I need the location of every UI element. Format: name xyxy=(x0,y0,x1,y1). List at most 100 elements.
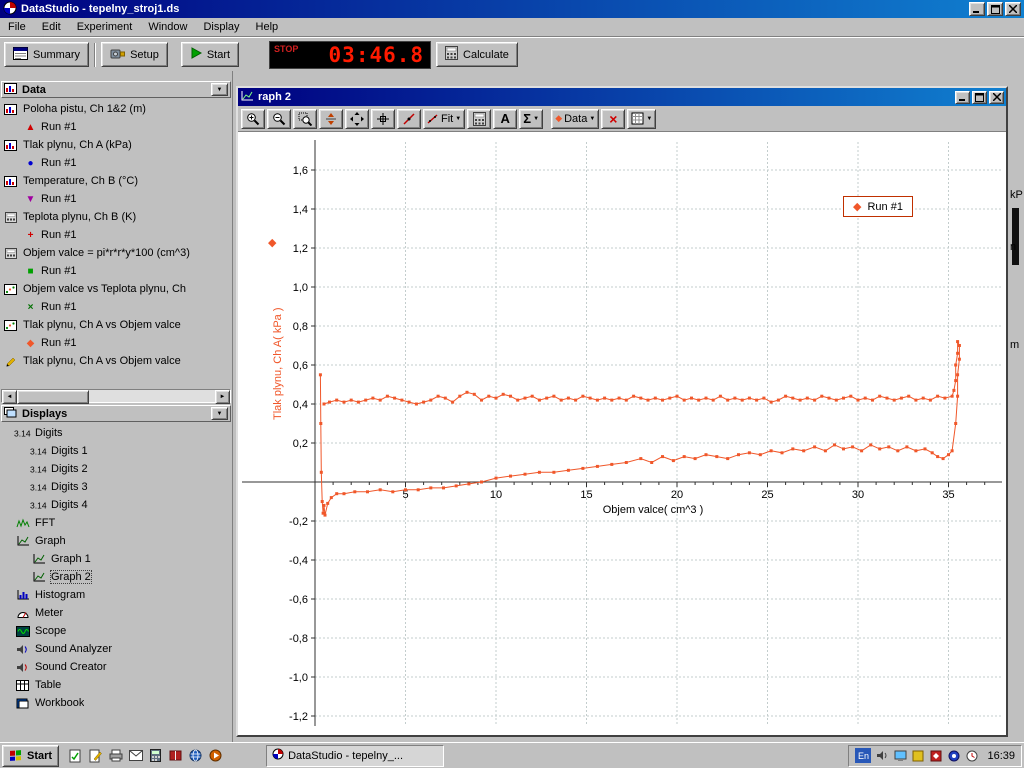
red-book-icon[interactable] xyxy=(167,747,184,764)
menu-window[interactable]: Window xyxy=(140,19,195,35)
svg-text:3.14: 3.14 xyxy=(30,447,47,457)
display-item-meter[interactable]: Meter xyxy=(1,604,231,622)
scale-to-fit-button[interactable] xyxy=(345,109,369,129)
maximize-icon[interactable] xyxy=(972,91,987,104)
slope-tool-button[interactable] xyxy=(397,109,421,129)
start-button[interactable]: Start xyxy=(181,42,239,67)
media-icon[interactable] xyxy=(207,747,224,764)
display-item-histogram[interactable]: Histogram xyxy=(1,586,231,604)
plot-area[interactable]: 1,61,41,21,00,80,60,40,2-0,2-0,4-0,6-0,8… xyxy=(238,132,1006,735)
data-source-label: Objem valce vs Teplota plynu, Ch xyxy=(23,283,186,295)
display-item-digits-1[interactable]: 3.14Digits 1 xyxy=(1,442,231,460)
display-item-fft[interactable]: FFT xyxy=(1,514,231,532)
menu-experiment[interactable]: Experiment xyxy=(69,19,141,35)
run-row[interactable]: +Run #1 xyxy=(1,226,231,244)
display-item-sound-analyzer[interactable]: Sound Analyzer xyxy=(1,640,231,658)
legend[interactable]: ◆ Run #1 xyxy=(843,196,913,217)
tray-icon[interactable] xyxy=(947,749,961,763)
statistics-button[interactable]: Σ ▼ xyxy=(519,109,543,129)
text-annotation-button[interactable]: A xyxy=(493,109,517,129)
y-axis-title[interactable]: Tlak plynu, Ch A( kPa ) xyxy=(272,308,284,421)
display-item-sound-creator[interactable]: Sound Creator xyxy=(1,658,231,676)
display-settings-icon[interactable] xyxy=(893,749,907,763)
graph-settings-button[interactable]: ▼ xyxy=(627,109,656,129)
minimize-icon[interactable] xyxy=(969,2,985,16)
data-source-row[interactable]: Objem valce = pi*r*r*y*100 (cm^3) xyxy=(1,244,231,262)
setup-button[interactable]: Setup xyxy=(101,42,168,67)
summary-button[interactable]: Summary xyxy=(4,42,89,67)
display-item-digits-3[interactable]: 3.14Digits 3 xyxy=(1,478,231,496)
document-check-icon[interactable] xyxy=(67,747,84,764)
mail-icon[interactable] xyxy=(127,747,144,764)
summary-icon xyxy=(13,47,28,63)
display-item-digits-4[interactable]: 3.14Digits 4 xyxy=(1,496,231,514)
display-item-scope[interactable]: Scope xyxy=(1,622,231,640)
volume-icon[interactable] xyxy=(875,749,889,763)
calculate-button[interactable]: Calculate xyxy=(436,42,518,67)
language-indicator[interactable]: En xyxy=(855,748,871,763)
x-axis-title[interactable]: Objem valce( cm^3 ) xyxy=(568,504,738,516)
scheduler-icon[interactable] xyxy=(965,749,979,763)
taskbar-clock[interactable]: 16:39 xyxy=(987,750,1015,762)
printer-icon[interactable] xyxy=(107,747,124,764)
run-row[interactable]: ×Run #1 xyxy=(1,298,231,316)
run-row[interactable]: ●Run #1 xyxy=(1,154,231,172)
svg-text:-0,8: -0,8 xyxy=(289,633,308,645)
display-item-workbook[interactable]: Workbook xyxy=(1,694,231,712)
display-item-graph-1[interactable]: Graph 1 xyxy=(1,550,231,568)
data-source-row[interactable]: Poloha pistu, Ch 1&2 (m) xyxy=(1,100,231,118)
menu-display[interactable]: Display xyxy=(195,19,247,35)
display-item-graph-2[interactable]: Graph 2 xyxy=(1,568,231,586)
data-source-row[interactable]: Teplota plynu, Ch B (K) xyxy=(1,208,231,226)
display-item-graph[interactable]: Graph xyxy=(1,532,231,550)
run-row[interactable]: ◆Run #1 xyxy=(1,334,231,352)
scroll-left-icon[interactable]: ◄ xyxy=(2,390,17,404)
data-source-label: Tlak plynu, Ch A (kPa) xyxy=(23,139,132,151)
tray-icon[interactable] xyxy=(911,749,925,763)
menu-file[interactable]: File xyxy=(0,19,34,35)
scrollbar-thumb[interactable] xyxy=(17,390,89,404)
graph-calculator-button[interactable] xyxy=(467,109,491,129)
svg-text:25: 25 xyxy=(761,489,773,501)
minimize-icon[interactable] xyxy=(955,91,970,104)
run-row[interactable]: ■Run #1 xyxy=(1,262,231,280)
fit-menu-button[interactable]: Fit ▼ xyxy=(423,109,465,129)
scroll-right-icon[interactable]: ► xyxy=(215,390,230,404)
task-button-datastudio[interactable]: DataStudio - tepelny_... xyxy=(266,745,444,767)
menu-help[interactable]: Help xyxy=(248,19,287,35)
document-pen-icon[interactable] xyxy=(87,747,104,764)
data-source-row[interactable]: Tlak plynu, Ch A (kPa) xyxy=(1,136,231,154)
data-horizontal-scrollbar[interactable]: ◄ ► xyxy=(1,389,231,403)
antivirus-icon[interactable] xyxy=(929,749,943,763)
displays-panel-dropdown-icon[interactable]: ▼ xyxy=(211,407,228,420)
scrollbar-track[interactable] xyxy=(89,390,215,402)
zoom-out-button[interactable] xyxy=(267,109,291,129)
run-row[interactable]: ▲Run #1 xyxy=(1,118,231,136)
close-icon[interactable] xyxy=(1005,2,1021,16)
browser-icon[interactable] xyxy=(187,747,204,764)
start-menu-button[interactable]: Start xyxy=(2,745,59,767)
maximize-icon[interactable] xyxy=(987,2,1003,16)
display-item-table[interactable]: Table xyxy=(1,676,231,694)
zoom-select-button[interactable] xyxy=(293,109,317,129)
data-panel-dropdown-icon[interactable]: ▼ xyxy=(211,83,228,96)
displays-panel-header: Displays ▼ xyxy=(1,405,231,422)
display-item-digits[interactable]: 3.14Digits xyxy=(1,424,231,442)
setup-label: Setup xyxy=(130,49,159,61)
remove-button[interactable]: × xyxy=(601,109,625,129)
data-source-row[interactable]: Tlak plynu, Ch A vs Objem valce xyxy=(1,352,231,370)
align-scales-button[interactable] xyxy=(319,109,343,129)
menu-edit[interactable]: Edit xyxy=(34,19,69,35)
data-source-row[interactable]: Temperature, Ch B (°C) xyxy=(1,172,231,190)
data-source-row[interactable]: Objem valce vs Teplota plynu, Ch xyxy=(1,280,231,298)
zoom-in-button[interactable] xyxy=(241,109,265,129)
display-item-label: Graph 2 xyxy=(51,571,91,583)
smart-tool-button[interactable] xyxy=(371,109,395,129)
close-icon[interactable] xyxy=(989,91,1004,104)
graph-titlebar[interactable]: raph 2 xyxy=(238,88,1006,106)
display-item-digits-2[interactable]: 3.14Digits 2 xyxy=(1,460,231,478)
run-row[interactable]: ▼Run #1 xyxy=(1,190,231,208)
data-menu-button[interactable]: ◆ Data ▼ xyxy=(551,109,599,129)
calculator-icon[interactable] xyxy=(147,747,164,764)
data-source-row[interactable]: Tlak plynu, Ch A vs Objem valce xyxy=(1,316,231,334)
